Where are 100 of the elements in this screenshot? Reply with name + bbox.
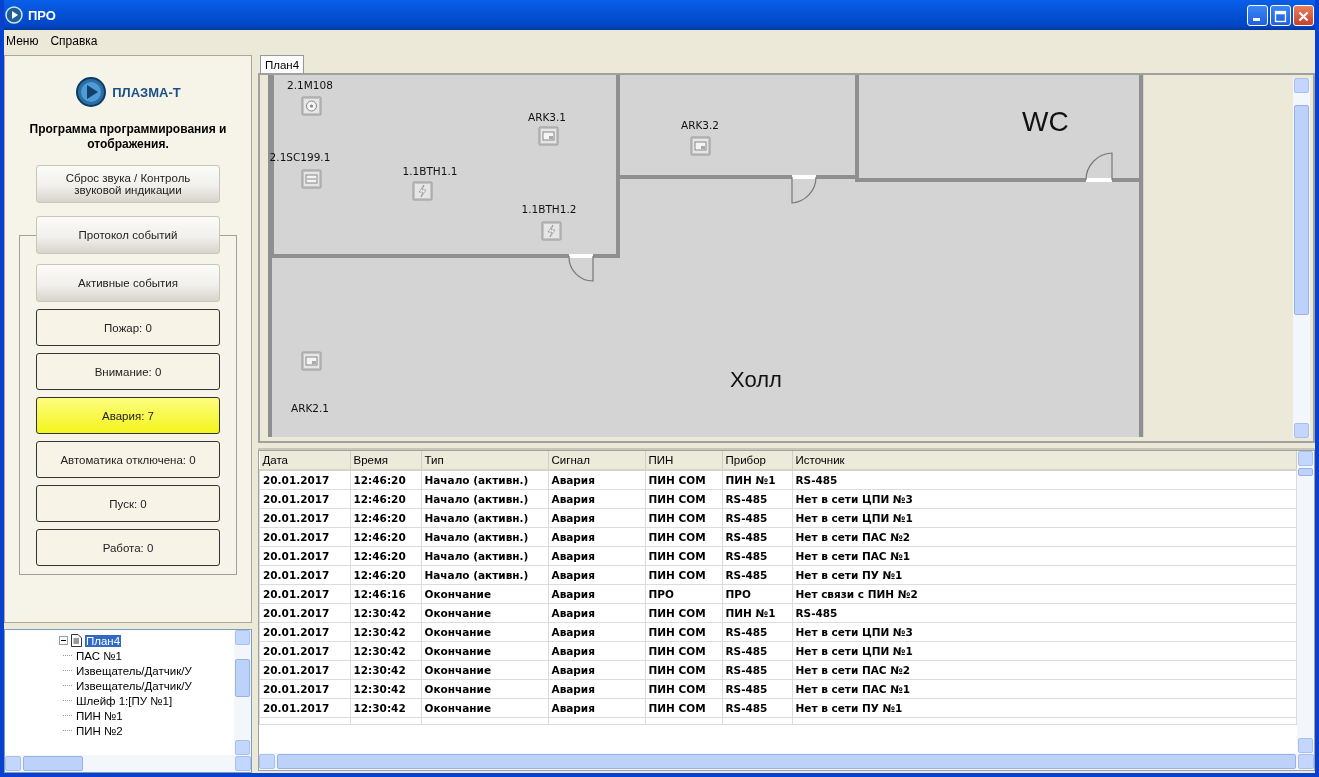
table-cell: 20.01.2017 [259,603,350,623]
plan-tab[interactable]: План4 [260,55,305,73]
table-cell: Авария [548,622,645,642]
column-header[interactable]: Прибор [722,451,792,470]
vertical-scrollbar[interactable] [234,630,251,755]
table-cell: Окончание [421,584,548,604]
table-cell: 12:30:42 [350,641,421,661]
table-cell: Авария [548,489,645,509]
table-cell: 12:46:20 [350,508,421,528]
panel-device-icon[interactable] [301,351,322,371]
table-cell: RS-485 [792,470,1297,490]
table-cell: ПИН COM [645,489,722,509]
table-cell: RS-485 [722,641,792,661]
window-title: ПРО [28,7,56,23]
table-cell: 20.01.2017 [259,679,350,699]
counter-button[interactable]: Внимание: 0 [36,353,220,390]
table-cell: Окончание [421,660,548,680]
column-header[interactable]: Источник [792,451,1297,470]
table-cell: ПИН COM [645,470,722,490]
table-cell: 12:46:20 [350,527,421,547]
device-label: ARK3.2 [680,119,720,131]
table-cell: ПИН №1 [722,603,792,623]
table-cell: Нет в сети ЦПИ №3 [792,622,1297,642]
panel-button[interactable]: Сброс звука / Контроль звуковой индикации [36,165,220,203]
document-icon [71,634,82,647]
table-cell: Нет в сети ЦПИ №3 [792,489,1297,509]
tree-item[interactable]: Извещатель/Датчик/У [75,679,193,692]
tree-item[interactable]: Извещатель/Датчик/У [75,664,193,677]
column-header[interactable]: Тип [421,451,548,470]
close-button[interactable] [1293,4,1314,26]
tree-item[interactable]: ПИН №2 [75,724,124,737]
column-header[interactable]: Дата [259,451,350,470]
vertical-scrollbar[interactable] [1293,78,1310,438]
minimize-icon [1253,17,1260,21]
panel-device-icon[interactable] [690,136,711,156]
tree-item[interactable]: ПИН №1 [75,709,124,722]
table-cell: 20.01.2017 [259,622,350,642]
table-cell: 12:30:42 [350,622,421,642]
table-cell: Нет в сети ЦПИ №1 [792,641,1297,661]
table-cell: 20.01.2017 [259,489,350,509]
table-cell: Нет в сети ПАС №1 [792,679,1297,699]
counter-button[interactable]: Авария: 7 [36,397,220,434]
table-cell: Окончание [421,622,548,642]
maximize-button[interactable] [1270,4,1291,26]
sensor-device-icon[interactable] [541,221,562,241]
table-cell: ПИН COM [645,679,722,699]
table-cell: Начало (активн.) [421,527,548,547]
column-header[interactable]: ПИН [645,451,722,470]
table-cell: 20.01.2017 [259,527,350,547]
table-cell: Окончание [421,641,548,661]
table-cell: Нет в сети ПАС №1 [792,546,1297,566]
table-cell: Нет связи с ПИН №2 [792,584,1297,604]
table-cell: Нет в сети ПАС №2 [792,527,1297,547]
column-header[interactable]: Сигнал [548,451,645,470]
table-cell: RS-485 [792,603,1297,623]
counter-button[interactable]: Работа: 0 [36,529,220,566]
app-subtitle: Программа программирования и отображения. [28,122,228,152]
panel-button[interactable]: Активные события [36,264,220,302]
table-cell: ПИН COM [645,641,722,661]
table-cell: RS-485 [722,565,792,585]
column-header[interactable]: Время [350,451,421,470]
menu-item[interactable]: Справка [50,33,98,48]
horizontal-scrollbar[interactable] [259,753,1314,770]
table-cell: Окончание [421,603,548,623]
table-cell: 12:46:20 [350,489,421,509]
panel-device-icon[interactable] [538,126,559,146]
tree-item[interactable]: ПАС №1 [75,649,123,662]
table-cell: RS-485 [722,527,792,547]
minimize-button[interactable] [1247,4,1268,26]
table-cell: Авария [548,546,645,566]
tree-item[interactable]: Шлейф 1:[ПУ №1] [75,694,174,707]
counter-button[interactable]: Пожар: 0 [36,309,220,346]
detector-device-icon[interactable] [301,96,322,116]
table-cell: 20.01.2017 [259,660,350,680]
table-cell: Авария [548,470,645,490]
module-device-icon[interactable] [301,169,322,189]
vertical-scrollbar[interactable] [1297,451,1314,753]
counter-button[interactable]: Автоматика отключена: 0 [36,441,220,478]
collapse-icon[interactable] [59,636,68,645]
table-cell: Начало (активн.) [421,489,548,509]
panel-button[interactable]: Протокол событий [36,216,220,254]
horizontal-scrollbar[interactable] [5,755,251,772]
table-cell: ПИН №1 [722,470,792,490]
table-cell: Авария [548,527,645,547]
table-cell: 12:30:42 [350,660,421,680]
table-cell: Авария [548,603,645,623]
app-icon [5,6,23,24]
device-label: 2.1SC199.1 [269,151,331,163]
device-label: 2.1M108 [287,79,333,91]
counter-button[interactable]: Пуск: 0 [36,485,220,522]
menu-item[interactable]: Меню [6,33,39,48]
sensor-device-icon[interactable] [412,181,433,201]
table-cell: 20.01.2017 [259,470,350,490]
tree-item[interactable]: План4 [85,634,122,647]
table-cell: Начало (активн.) [421,470,548,490]
device-label: ARK2.1 [290,402,330,414]
table-cell: 20.01.2017 [259,584,350,604]
table-cell: ПИН COM [645,660,722,680]
table-cell: 12:30:42 [350,698,421,718]
table-cell: Нет в сети ПУ №1 [792,698,1297,718]
